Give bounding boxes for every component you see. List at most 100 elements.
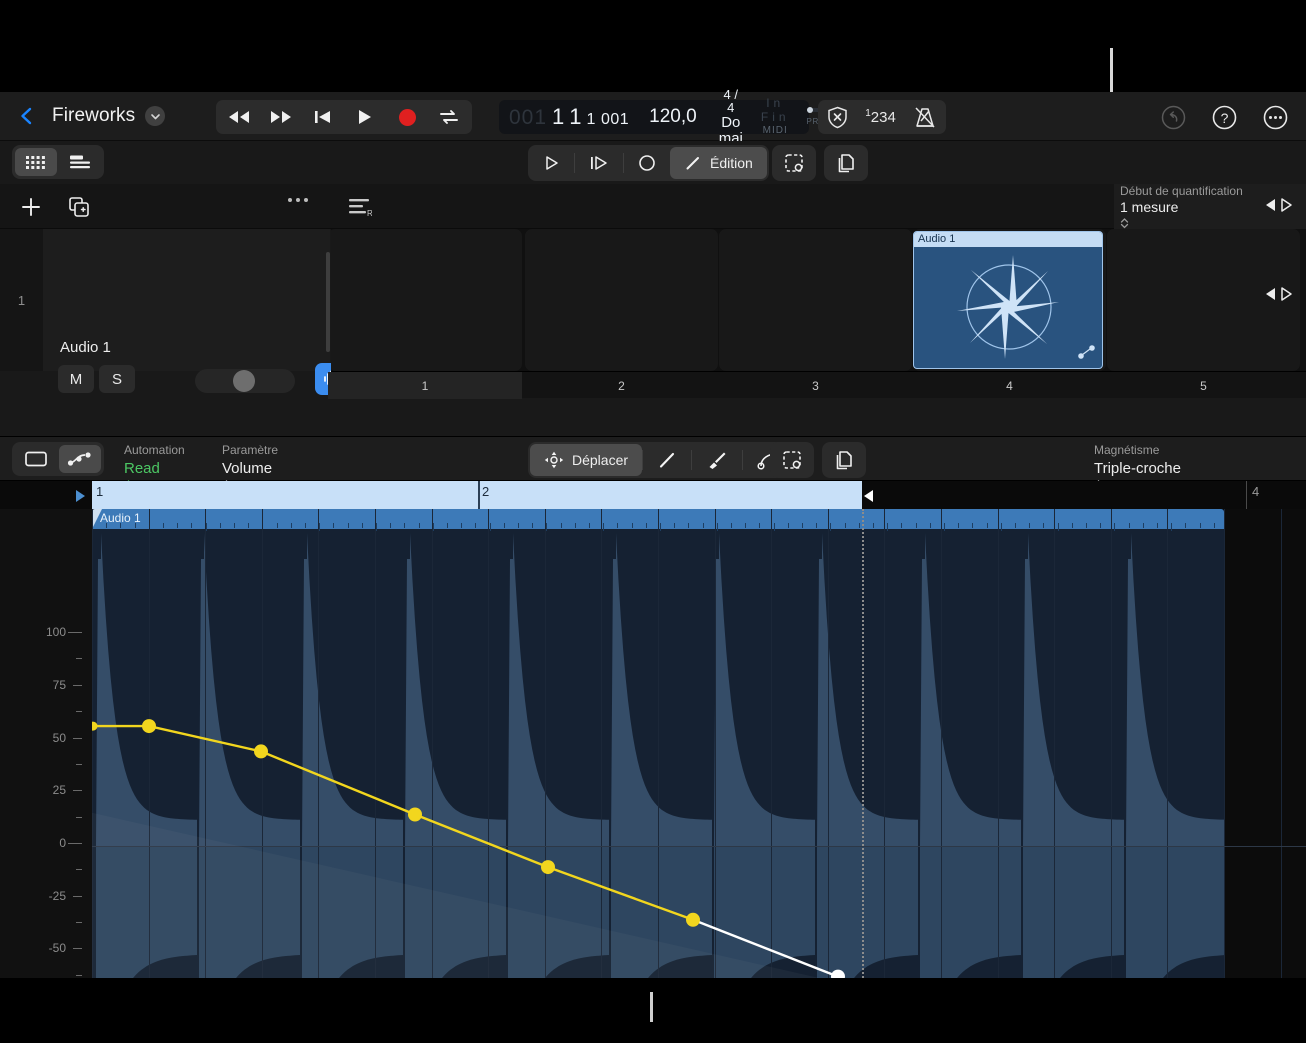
logic-app-window: Fireworks [0, 92, 1306, 978]
home-indicator [650, 992, 653, 1022]
arrange-area[interactable]: Audio 1 [331, 229, 1306, 371]
lcd-beat: 1 [569, 104, 581, 130]
brush-icon[interactable] [692, 444, 742, 476]
quantize-start-panel[interactable]: Début de quantification 1 mesure [1114, 184, 1306, 229]
automation-node[interactable] [686, 913, 700, 927]
arrange-ruler-bar[interactable]: 4 [913, 372, 1106, 399]
editor-ruler-bar-4: 4 [1252, 484, 1259, 499]
cycle-loop-icon[interactable] [436, 104, 462, 130]
undo-icon[interactable] [1161, 105, 1186, 130]
axis-tick-label: -25 [49, 889, 66, 903]
play-outline-icon[interactable] [530, 147, 574, 179]
automation-curve[interactable] [92, 509, 1306, 1043]
cycle-region[interactable] [92, 481, 862, 509]
toolbar-extra-tools [772, 145, 868, 181]
rewind-icon[interactable] [226, 104, 252, 130]
help-question-icon[interactable]: ? [1212, 105, 1237, 130]
arrange-bar-cell [719, 229, 912, 371]
lcd-position[interactable]: 001 1 1 1 001 [499, 104, 637, 130]
automation-lane[interactable]: Audio 1 [92, 509, 1306, 1043]
arrange-ruler-bar[interactable]: 1 [328, 372, 522, 399]
cycle-end-handle[interactable] [864, 490, 873, 502]
move-arrows-icon [544, 451, 564, 469]
move-label: Déplacer [572, 452, 628, 468]
lcd-display[interactable]: 001 1 1 1 001 120,0 4 / 4 Do maj In Fin … [499, 100, 809, 134]
marquee-select-icon[interactable] [772, 145, 816, 181]
quantize-value[interactable]: 1 mesure [1120, 199, 1243, 229]
back-chevron-icon[interactable] [18, 107, 36, 125]
page-title: Fireworks [52, 105, 135, 127]
track-header-audio-1[interactable]: Audio 1 M S [43, 229, 330, 371]
device-screen: Fireworks [0, 0, 1306, 1043]
axis-tick-label: 0 [59, 836, 66, 850]
marquee-select-icon[interactable] [770, 442, 814, 478]
editor-toolbar: Automation Read Paramètre Volume [0, 436, 1306, 481]
lcd-midi-out: Fin [761, 110, 790, 124]
tool-move[interactable]: Déplacer [530, 444, 642, 476]
arrange-bar-cell [525, 229, 718, 371]
chevron-down-icon[interactable] [145, 106, 165, 126]
play-from-start-icon[interactable] [575, 147, 623, 179]
volume-slider[interactable] [195, 369, 295, 393]
lcd-tempo[interactable]: 120,0 [637, 106, 709, 128]
skip-to-start-icon[interactable] [310, 104, 336, 130]
shield-x-icon[interactable] [827, 106, 848, 129]
axis-tick-label: 100 [46, 625, 66, 639]
region-rectangle-icon[interactable] [15, 445, 57, 473]
more-ellipsis-icon[interactable] [1263, 105, 1288, 130]
prev-next-icon[interactable] [1264, 198, 1294, 212]
editor-ruler-bar-2: 2 [482, 484, 489, 499]
arrange-ruler-bar[interactable]: 5 [1107, 372, 1300, 399]
fast-forward-icon[interactable] [268, 104, 294, 130]
copy-duplicate-icon[interactable] [822, 442, 866, 478]
device-bezel-bottom [0, 978, 1306, 1043]
play-icon[interactable] [352, 104, 378, 130]
automation-node[interactable] [92, 722, 98, 731]
automation-node[interactable] [541, 860, 555, 874]
cycle-start-handle[interactable] [76, 490, 85, 502]
editor-ruler[interactable]: 1 2 4 [0, 481, 1306, 509]
arrange-ruler[interactable]: 1 2 3 4 5 [331, 371, 1306, 398]
lcd-midi-in: In [766, 96, 784, 110]
arrange-prev-next-icon[interactable] [1264, 287, 1294, 301]
count-in-value[interactable]: 1234 [865, 108, 896, 126]
stepper-caret-icon [1120, 217, 1129, 229]
editor-lanes-icon[interactable] [59, 148, 101, 176]
tracklist-scrollbar[interactable] [326, 252, 330, 352]
grid-tracks-icon[interactable] [15, 148, 57, 176]
pencil-icon[interactable] [643, 444, 691, 476]
tracklist-header [0, 184, 330, 229]
automation-node[interactable] [142, 719, 156, 733]
tab-edition[interactable]: Édition [670, 147, 767, 179]
automation-node[interactable] [254, 744, 268, 758]
editor-mode-segment [12, 442, 104, 476]
volume-slider-knob[interactable] [233, 370, 255, 392]
copy-duplicate-icon[interactable] [824, 145, 868, 181]
main-toolbar: Fireworks [0, 92, 1306, 141]
track-number: 1 [0, 229, 43, 371]
arrange-ruler-bar[interactable]: 2 [525, 372, 718, 399]
lcd-midi-activity: In Fin MIDI [753, 97, 798, 136]
record-icon[interactable] [394, 104, 420, 130]
automation-editor[interactable]: 1 2 4 100 75 50 25 0 [0, 481, 1306, 1043]
lcd-signature-key[interactable]: 4 / 4 Do maj [709, 88, 753, 147]
automation-node[interactable] [408, 808, 422, 822]
circle-outline-icon[interactable] [624, 147, 670, 179]
firework-burst-icon [914, 247, 1103, 369]
transport-controls [216, 100, 472, 134]
solo-button[interactable]: S [99, 365, 135, 393]
axis-tick-label: 50 [53, 731, 66, 745]
arrange-region-audio-1[interactable]: Audio 1 [913, 231, 1103, 369]
plus-add-track-icon[interactable] [20, 196, 42, 218]
automation-curve-icon[interactable] [59, 445, 101, 473]
tracklist-more-icon[interactable] [288, 198, 308, 202]
track-name[interactable]: Audio 1 [60, 339, 111, 356]
arrange-ruler-bar[interactable]: 3 [719, 372, 912, 399]
duplicate-track-icon[interactable] [68, 196, 92, 218]
edition-label: Édition [710, 155, 753, 171]
mute-button[interactable]: M [58, 365, 94, 393]
track-list-icon[interactable]: R [348, 197, 372, 217]
axis-tick-label: -50 [49, 941, 66, 955]
editor-ruler-bar4-line [1246, 481, 1247, 509]
metronome-off-icon[interactable] [913, 106, 937, 129]
